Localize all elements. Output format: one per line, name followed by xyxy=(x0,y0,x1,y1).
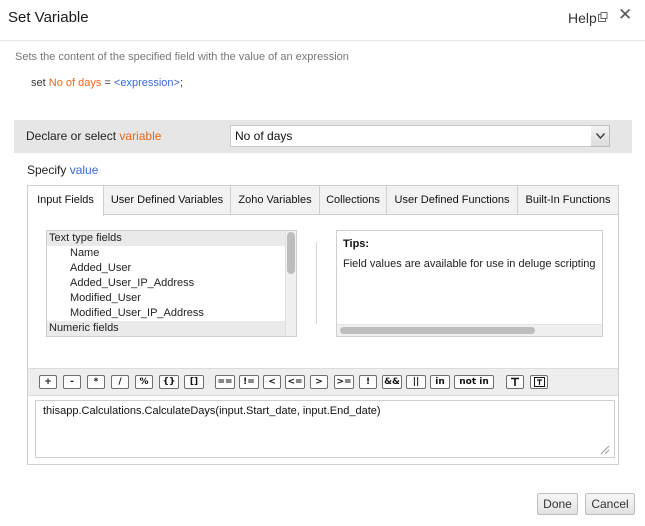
minus-operator-button[interactable]: - xyxy=(63,375,81,389)
statement-expression: <expression> xyxy=(113,77,180,89)
tab-user-defined-functions[interactable]: User Defined Functions xyxy=(387,186,518,215)
declare-variable-label: Declare or select variable xyxy=(26,129,161,143)
brackets-operator-button[interactable]: [] xyxy=(184,375,204,389)
statement-equals: = xyxy=(104,77,111,89)
tips-title: Tips: xyxy=(343,238,370,250)
in-operator-button[interactable]: in xyxy=(430,375,450,389)
multiply-operator-button[interactable]: * xyxy=(87,375,105,389)
modulo-operator-button[interactable]: % xyxy=(135,375,153,389)
field-list-scroll-thumb[interactable] xyxy=(287,232,295,274)
less-than-operator-button[interactable]: < xyxy=(263,375,281,389)
divide-operator-button[interactable]: / xyxy=(111,375,129,389)
tips-scroll-thumb[interactable] xyxy=(340,327,535,334)
braces-operator-button[interactable]: {} xyxy=(159,375,179,389)
dialog-title: Set Variable xyxy=(8,9,89,26)
specify-label-prefix: Specify xyxy=(27,163,67,177)
done-button[interactable]: Done xyxy=(537,493,578,515)
value-tabs: Input Fields User Defined Variables Zoho… xyxy=(28,186,618,216)
list-item[interactable]: Name xyxy=(47,246,287,261)
resize-handle-icon[interactable] xyxy=(598,443,610,455)
greater-than-operator-button[interactable]: > xyxy=(310,375,328,389)
panel-divider xyxy=(316,242,317,324)
declare-label-highlight: variable xyxy=(119,129,162,143)
tab-user-defined-variables[interactable]: User Defined Variables xyxy=(104,186,231,215)
list-group-header: Text type fields xyxy=(47,231,287,246)
and-operator-button[interactable]: && xyxy=(382,375,402,389)
expression-textarea[interactable]: thisapp.Calculations.CalculateDays(input… xyxy=(35,400,615,458)
declare-variable-bar: Declare or select variable No of days xyxy=(14,120,632,153)
variable-select-dropdown-button[interactable] xyxy=(591,125,610,147)
list-item[interactable]: Modified_User xyxy=(47,291,287,306)
help-link[interactable]: Help xyxy=(568,10,597,26)
text-t-icon xyxy=(511,377,519,386)
statement-keyword: set xyxy=(31,77,46,89)
tab-built-in-functions[interactable]: Built-In Functions xyxy=(518,186,618,215)
dialog-description: Sets the content of the specified field … xyxy=(15,51,349,63)
text-icon[interactable] xyxy=(506,375,524,389)
equals-operator-button[interactable]: == xyxy=(215,375,235,389)
cancel-button[interactable]: Cancel xyxy=(585,493,635,515)
statement-terminator: ; xyxy=(179,77,184,89)
tab-zoho-variables[interactable]: Zoho Variables xyxy=(231,186,320,215)
chevron-down-icon xyxy=(596,133,605,139)
tips-box: Tips: Field values are available for use… xyxy=(336,230,603,337)
statement-preview: set No of days = <expression>; xyxy=(31,77,183,89)
plus-operator-button[interactable]: + xyxy=(39,375,57,389)
tips-text: Field values are available for use in de… xyxy=(343,258,596,270)
less-equal-operator-button[interactable]: <= xyxy=(285,375,305,389)
header-divider xyxy=(0,40,645,41)
text-box-t-icon xyxy=(533,377,545,387)
list-item[interactable]: Added_User xyxy=(47,261,287,276)
specify-label-highlight: value xyxy=(69,163,99,177)
text-box-icon[interactable] xyxy=(530,375,548,389)
or-operator-button[interactable]: || xyxy=(406,375,426,389)
greater-equal-operator-button[interactable]: >= xyxy=(334,375,354,389)
list-item[interactable]: Added_User_IP_Address xyxy=(47,276,287,291)
list-group-header: Numeric fields xyxy=(47,321,287,336)
external-link-icon[interactable] xyxy=(598,12,608,22)
operator-toolbar: + - * / % {} [] == != < <= > >= ! && || … xyxy=(28,368,618,396)
tab-collections[interactable]: Collections xyxy=(320,186,387,215)
variable-select[interactable]: No of days xyxy=(230,125,609,147)
expression-text: thisapp.Calculations.CalculateDays(input… xyxy=(43,405,381,417)
declare-label-prefix: Declare or select xyxy=(26,129,117,143)
tab-input-fields[interactable]: Input Fields xyxy=(28,186,104,216)
not-operator-button[interactable]: ! xyxy=(359,375,377,389)
not-in-operator-button[interactable]: not in xyxy=(454,375,494,389)
input-fields-list[interactable]: Text type fields Name Added_User Added_U… xyxy=(46,230,297,337)
list-item[interactable]: Modified_User_IP_Address xyxy=(47,306,287,321)
close-icon[interactable]: ✕ xyxy=(618,5,632,25)
value-builder-panel: Input Fields User Defined Variables Zoho… xyxy=(27,185,619,465)
specify-value-label: Specify value xyxy=(27,163,98,177)
statement-variable: No of days xyxy=(48,77,102,89)
not-equals-operator-button[interactable]: != xyxy=(239,375,259,389)
variable-select-value: No of days xyxy=(235,129,293,143)
